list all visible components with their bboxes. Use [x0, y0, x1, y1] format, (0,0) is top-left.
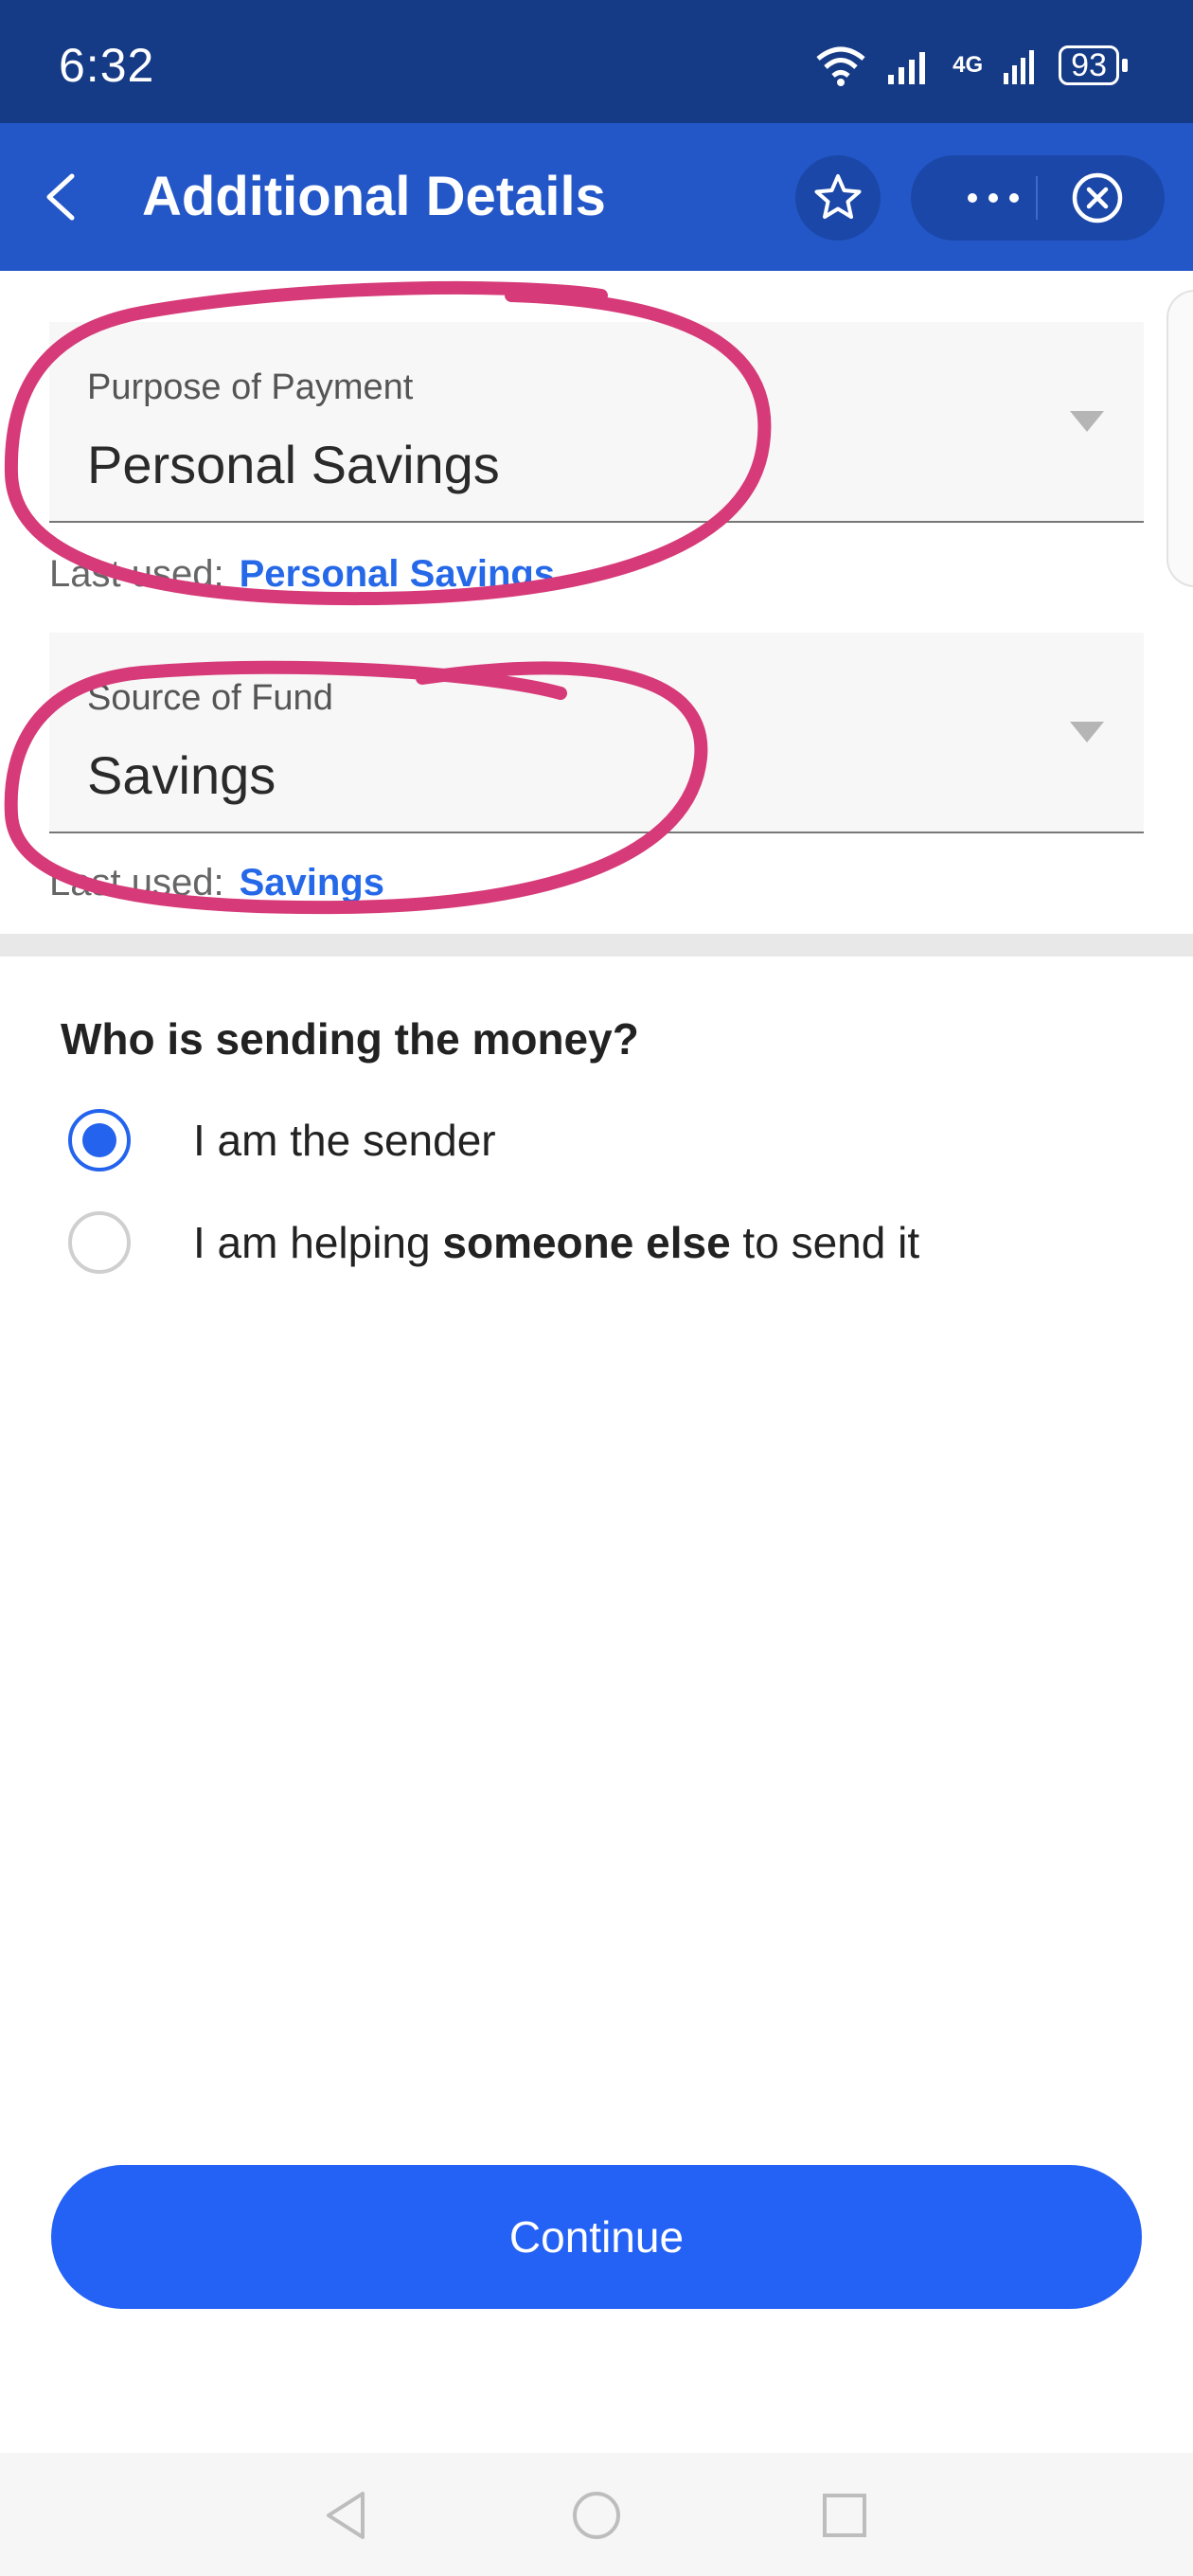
- chevron-left-icon: [46, 173, 75, 221]
- sender-option-helper-label: I am helping someone else to send it: [193, 1217, 919, 1268]
- mini-app-capsule: [911, 155, 1165, 241]
- favorite-button[interactable]: [795, 155, 881, 241]
- sender-option-self-label: I am the sender: [193, 1116, 496, 1165]
- purpose-last-used-link[interactable]: Personal Savings: [240, 553, 555, 595]
- nav-recents-button[interactable]: [816, 2487, 873, 2544]
- page-title: Additional Details: [142, 166, 606, 227]
- signal-icon: [888, 52, 926, 84]
- purpose-last-used: Last used: Personal Savings: [49, 553, 555, 596]
- helper-label-bold: someone else: [442, 1218, 731, 1267]
- source-value: Savings: [87, 745, 276, 805]
- helper-label-post: to send it: [730, 1218, 920, 1267]
- capsule-divider: [1036, 176, 1038, 220]
- nav-home-button[interactable]: [568, 2487, 625, 2544]
- radio-unselected[interactable]: [68, 1211, 131, 1274]
- back-button[interactable]: [34, 163, 91, 231]
- network-type: 4G: [953, 52, 984, 78]
- source-last-used: Last used: Savings: [49, 862, 384, 904]
- battery-level: 93: [1071, 47, 1107, 83]
- close-button[interactable]: [1064, 165, 1131, 231]
- purpose-label: Purpose of Payment: [87, 367, 414, 407]
- source-of-fund-dropdown[interactable]: Source of Fund Savings: [49, 633, 1144, 833]
- app-header: Additional Details: [0, 123, 1193, 271]
- purpose-of-payment-dropdown[interactable]: Purpose of Payment Personal Savings: [49, 322, 1144, 523]
- sender-option-helper[interactable]: I am helping someone else to send it: [68, 1205, 919, 1280]
- side-drawer-handle[interactable]: [1166, 290, 1193, 587]
- chevron-down-icon: [1070, 411, 1104, 432]
- circle-home-icon: [573, 2492, 620, 2539]
- source-label: Source of Fund: [87, 678, 333, 718]
- source-last-used-link[interactable]: Savings: [240, 862, 384, 903]
- chevron-down-icon: [1070, 722, 1104, 742]
- battery-icon: 93: [1059, 45, 1128, 85]
- purpose-last-used-label: Last used:: [49, 553, 224, 595]
- radio-selected[interactable]: [68, 1109, 131, 1172]
- section-divider: [0, 934, 1193, 957]
- more-icon: [968, 193, 1019, 203]
- nav-back-button[interactable]: [318, 2487, 375, 2544]
- signal-icon-2: [1004, 50, 1035, 84]
- square-recents-icon: [823, 2494, 866, 2537]
- source-last-used-label: Last used:: [49, 862, 224, 903]
- sender-option-self[interactable]: I am the sender: [68, 1102, 496, 1178]
- helper-label-pre: I am helping: [193, 1218, 443, 1267]
- wifi-icon: [816, 46, 865, 86]
- continue-button[interactable]: Continue: [51, 2165, 1142, 2309]
- system-nav-bar: [0, 2453, 1193, 2576]
- triangle-back-icon: [327, 2492, 365, 2539]
- status-icons: 4G 93: [814, 42, 1128, 89]
- sender-question: Who is sending the money?: [61, 1014, 639, 1064]
- status-bar: 6:32 4G 93: [0, 0, 1193, 123]
- close-circle-icon: [1072, 172, 1123, 224]
- star-icon: [814, 174, 862, 219]
- purpose-value: Personal Savings: [87, 435, 500, 494]
- status-time: 6:32: [59, 39, 155, 92]
- more-button[interactable]: [953, 155, 1034, 241]
